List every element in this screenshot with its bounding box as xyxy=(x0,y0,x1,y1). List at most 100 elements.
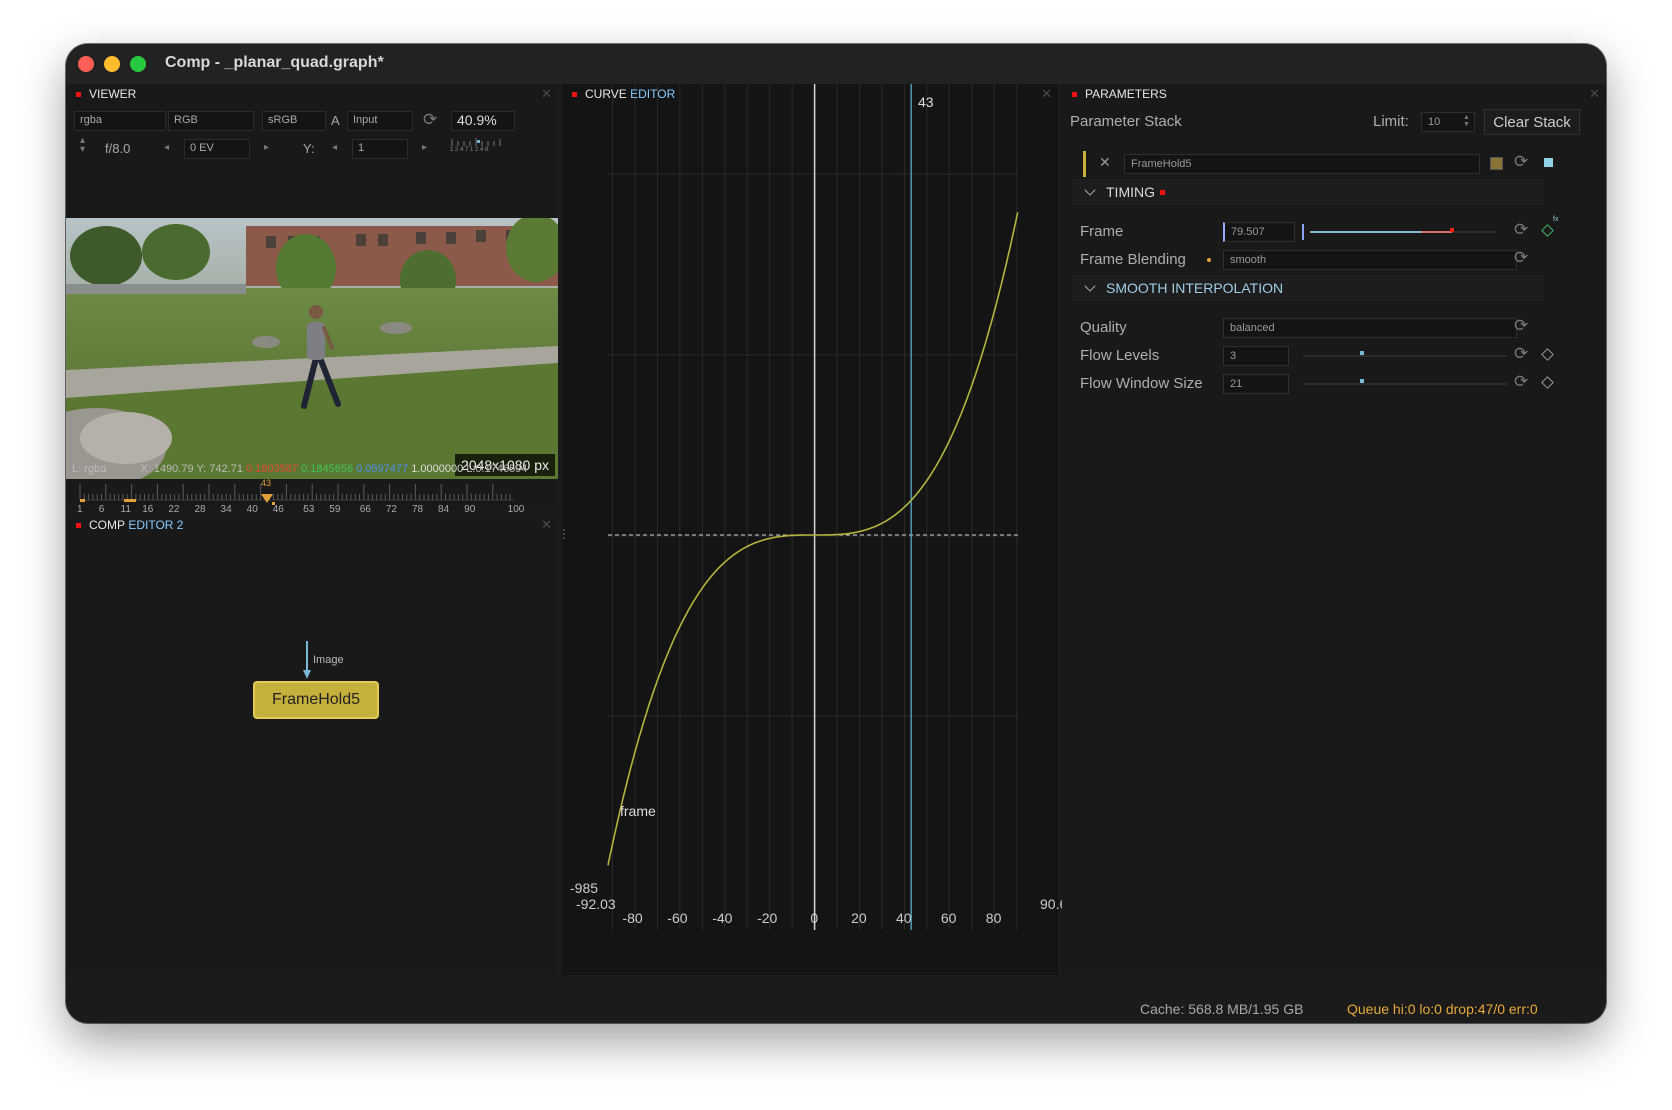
viewer-panel: VIEWER ✕ rgba RGB sRGB A Input ⟳ 40.9% ▴… xyxy=(66,84,558,572)
splitter-handle-horizontal[interactable]: ⋯ xyxy=(302,502,322,516)
x-tick-label: -60 xyxy=(667,910,688,926)
cache-status: Cache: 568.8 MB/1.95 GB xyxy=(1140,1001,1304,1017)
node-input-arrow-icon[interactable] xyxy=(303,641,311,681)
timeline-tick-label: 6 xyxy=(98,504,105,515)
curve-name-label: frame xyxy=(620,803,656,819)
x-tick-label: -40 xyxy=(712,910,733,926)
timeline-tick-label: 100 xyxy=(507,504,525,515)
y-decrease-icon[interactable]: ◂ xyxy=(332,142,337,153)
close-window-button[interactable] xyxy=(78,56,94,72)
input-select[interactable]: Input xyxy=(347,111,413,131)
mini-scale-label: 1 2 4 7 1 2 4 8 xyxy=(450,147,489,153)
pixel-layer: L: rgba xyxy=(72,463,107,475)
flow-levels-reset-icon[interactable]: ⟳ xyxy=(1514,344,1528,364)
pixel-a: 1.0000000 xyxy=(411,463,464,475)
node-name-field[interactable]: FrameHold5 xyxy=(1124,154,1480,174)
pixel-coords: X: 1490.79 Y: 742.71 xyxy=(140,463,243,475)
x-tick-labels: -80 -60 -40 -20 0 20 40 60 80 xyxy=(562,910,1058,926)
title-bar: Comp - _planar_quad.graph* xyxy=(66,44,1606,84)
frame-field[interactable]: 79.507 xyxy=(1223,222,1295,242)
refresh-icon[interactable]: ⟳ xyxy=(423,110,437,130)
close-comp-editor-icon[interactable]: ✕ xyxy=(541,517,552,533)
panel-indicator-icon xyxy=(1072,91,1077,97)
timing-modified-icon xyxy=(1160,189,1165,195)
frame-keyframe-icon[interactable] xyxy=(1541,224,1554,237)
flow-window-knob[interactable] xyxy=(1360,379,1365,383)
zoom-window-button[interactable] xyxy=(130,56,146,72)
node-reset-icon[interactable]: ⟳ xyxy=(1514,152,1528,172)
timeline-tick-label: 46 xyxy=(272,504,284,515)
timing-section-header[interactable]: TIMING xyxy=(1072,179,1544,205)
node-view-toggle-icon[interactable] xyxy=(1544,158,1553,167)
node-input-label: Image xyxy=(313,654,344,666)
x-tick-label: -20 xyxy=(757,910,778,926)
frame-curve xyxy=(607,212,1019,866)
parameters-panel: PARAMETERS ✕ Parameter Stack Limit: 10 ▲… xyxy=(1062,84,1606,975)
clear-stack-button[interactable]: Clear Stack xyxy=(1484,109,1580,135)
framehold-node[interactable]: FrameHold5 xyxy=(253,681,379,719)
x-tick-label: 60 xyxy=(940,910,957,926)
y-field[interactable]: 1 xyxy=(352,139,408,159)
flow-window-reset-icon[interactable]: ⟳ xyxy=(1514,372,1528,392)
pixel-b: 0.0597477 xyxy=(356,463,409,475)
fstop-label: f/8.0 xyxy=(105,141,131,156)
comp-editor-header: COMP EDITOR 2 xyxy=(66,515,558,535)
viewer-image[interactable]: 2048x1080 px xyxy=(66,218,558,479)
x-tick-label: 20 xyxy=(851,910,867,926)
close-viewer-icon[interactable]: ✕ xyxy=(541,86,552,102)
timeline-tick-label: 72 xyxy=(385,504,397,515)
minimize-window-button[interactable] xyxy=(104,56,120,72)
mini-scale-icon[interactable]: 1 2 4 7 1 2 4 8 xyxy=(450,136,506,156)
zoom-field[interactable]: 40.9% xyxy=(451,111,515,131)
comp-editor-panel: COMP EDITOR 2 ✕ Image FrameHold5 xyxy=(66,515,558,975)
frame-blending-reset-icon[interactable]: ⟳ xyxy=(1514,248,1528,268)
remove-node-icon[interactable]: ✕ xyxy=(1099,154,1111,171)
pixel-r: 0.1803587 xyxy=(246,463,298,475)
frame-curve-slider[interactable] xyxy=(1302,222,1498,242)
framehold-node-label: FrameHold5 xyxy=(271,691,361,708)
window-title: Comp - _planar_quad.graph* xyxy=(165,54,384,71)
pixel-readout: L: rgba X: 1490.79 Y: 742.71 0.1803587 0… xyxy=(72,463,527,475)
comp-editor-title-a: COMP xyxy=(89,518,125,532)
exposure-decrease-icon[interactable]: ◂ xyxy=(164,142,169,153)
limit-stepper-icon[interactable]: ▲ ▼ xyxy=(1463,114,1470,128)
fstop-stepper-icon[interactable]: ▴ ▾ xyxy=(80,136,85,155)
frame-blending-modified-icon xyxy=(1207,258,1211,262)
app-window: Comp - _planar_quad.graph* VIEWER ✕ rgba… xyxy=(66,44,1606,1023)
viewer-title: VIEWER xyxy=(89,87,137,101)
splitter-handle-left[interactable]: ⋮ xyxy=(558,528,570,552)
close-parameters-icon[interactable]: ✕ xyxy=(1589,86,1600,102)
x-tick-label: 0 xyxy=(810,910,819,926)
close-curve-editor-icon[interactable]: ✕ xyxy=(1041,86,1052,102)
frame-blending-select[interactable]: smooth xyxy=(1223,250,1517,270)
flow-levels-label: Flow Levels xyxy=(1080,347,1160,364)
node-color-strip xyxy=(1083,151,1086,177)
y-increase-icon[interactable]: ▸ xyxy=(422,142,427,153)
frame-reset-icon[interactable]: ⟳ xyxy=(1514,220,1528,240)
panel-indicator-icon xyxy=(572,91,577,97)
channels-select[interactable]: rgba xyxy=(74,111,166,131)
flow-window-keyframe-icon[interactable] xyxy=(1541,376,1554,389)
limit-label: Limit: xyxy=(1373,113,1409,130)
flow-levels-keyframe-icon[interactable] xyxy=(1541,348,1554,361)
timeline-tick-label: 16 xyxy=(142,504,154,515)
node-color-swatch[interactable] xyxy=(1490,157,1503,170)
display-select[interactable]: sRGB xyxy=(262,111,326,131)
flow-window-field[interactable]: 21 xyxy=(1223,374,1289,394)
flow-levels-slider[interactable] xyxy=(1303,346,1507,366)
exposure-increase-icon[interactable]: ▸ xyxy=(264,142,269,153)
quality-select[interactable]: balanced xyxy=(1223,318,1517,338)
flow-window-slider[interactable] xyxy=(1303,374,1507,394)
flow-levels-field[interactable]: 3 xyxy=(1223,346,1289,366)
exposure-field[interactable]: 0 EV xyxy=(184,139,250,159)
curve-graph[interactable] xyxy=(562,84,1058,975)
curve-editor-header: CURVE EDITOR xyxy=(562,84,1058,104)
smooth-section-header[interactable]: SMOOTH INTERPOLATION xyxy=(1072,275,1544,301)
timeline-tick-label: 66 xyxy=(359,504,371,515)
queue-status: Queue hi:0 lo:0 drop:47/0 err:0 xyxy=(1347,1001,1538,1017)
quality-reset-icon[interactable]: ⟳ xyxy=(1514,316,1528,336)
colorspace-select[interactable]: RGB xyxy=(168,111,254,131)
flow-levels-knob[interactable] xyxy=(1360,351,1365,355)
y-label: Y: xyxy=(303,141,315,156)
timeline-playhead-label: 43 xyxy=(261,478,272,488)
